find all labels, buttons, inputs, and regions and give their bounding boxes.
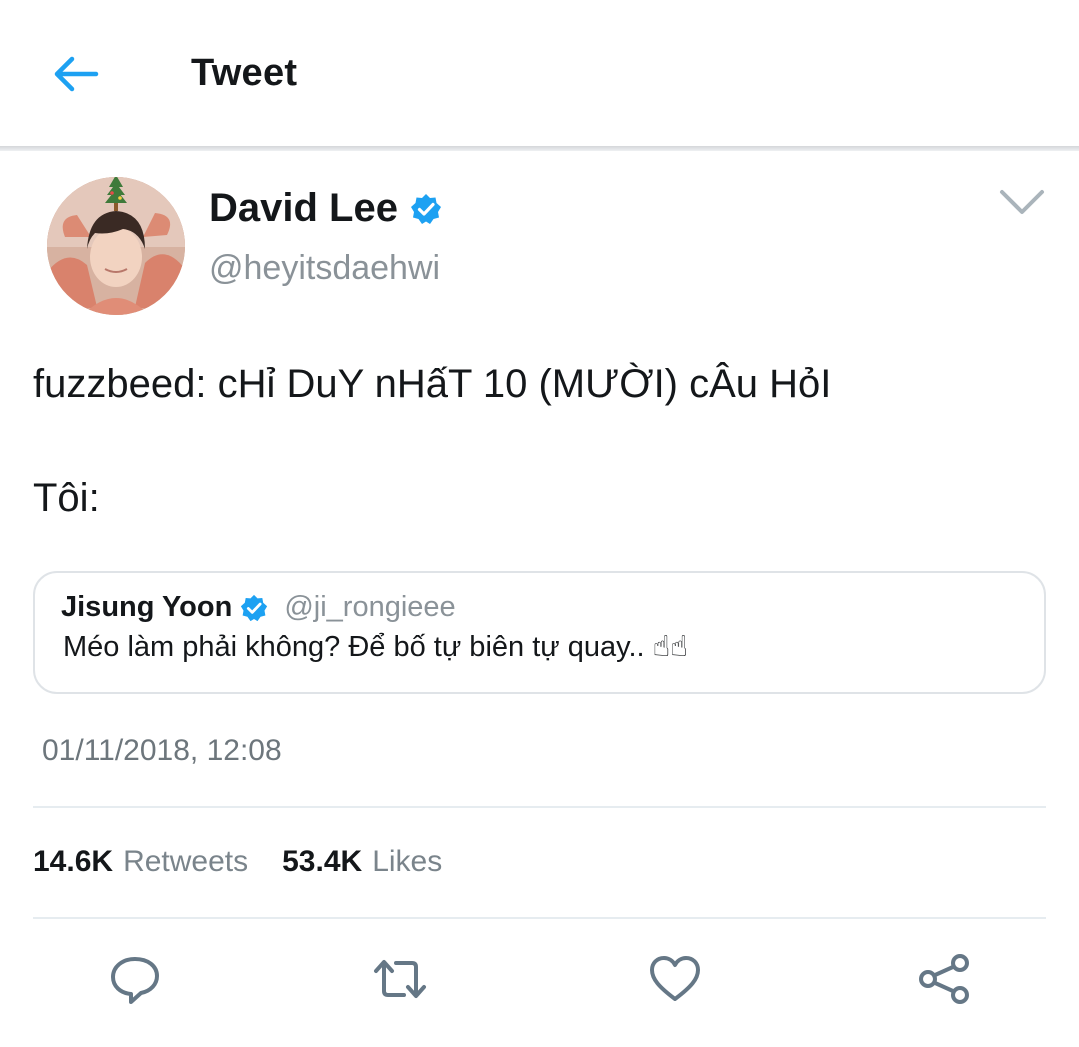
tweet-timestamp: 01/11/2018, 12:08 (42, 734, 282, 767)
likes-count[interactable]: 53.4K (282, 845, 362, 879)
chevron-down-icon[interactable] (998, 182, 1046, 222)
author-display-name[interactable]: David Lee (209, 186, 398, 231)
author-handle[interactable]: @heyitsdaehwi (209, 249, 440, 288)
divider (33, 806, 1046, 808)
tweet-stats: 14.6K Retweets 53.4K Likes (33, 845, 442, 879)
like-button[interactable] (647, 951, 703, 1007)
share-button[interactable] (916, 951, 972, 1007)
tweet-detail-screen: Tweet David Lee @heyitsdaehwi fuzzbeed: … (0, 0, 1079, 1047)
quoted-tweet-header: Jisung Yoon @ji_rongieee (61, 591, 456, 624)
retweet-icon (374, 960, 426, 998)
top-bar: Tweet (0, 0, 1079, 148)
retweet-button[interactable] (372, 951, 428, 1007)
tweet-text-line-1: fuzzbeed: cHỉ DuY nHấT 10 (MƯỜI) cÂu HỏI (33, 362, 832, 406)
tweet-text-line-2: Tôi: (33, 476, 100, 520)
author-name-row: David Lee (209, 186, 442, 231)
arrow-left-icon[interactable] (50, 52, 100, 96)
retweets-count[interactable]: 14.6K (33, 845, 113, 879)
page-title: Tweet (191, 52, 298, 94)
avatar[interactable] (47, 177, 185, 315)
heart-icon (650, 956, 700, 1001)
likes-label[interactable]: Likes (372, 845, 442, 879)
verified-badge-icon (410, 193, 441, 224)
reply-icon (111, 957, 159, 1004)
quoted-author-handle: @ji_rongieee (284, 591, 456, 623)
share-icon (919, 954, 969, 1004)
quoted-author-name: Jisung Yoon (61, 591, 233, 623)
header-divider (0, 146, 1079, 151)
reply-button[interactable] (107, 951, 163, 1007)
verified-badge-icon (241, 594, 268, 621)
divider (33, 917, 1046, 919)
quoted-tweet-card[interactable]: Jisung Yoon @ji_rongieee Méo làm phải kh… (33, 571, 1046, 694)
quoted-tweet-text: Méo làm phải không? Để bố tự biên tự qua… (63, 631, 688, 663)
avatar-image (47, 177, 185, 315)
retweets-label[interactable]: Retweets (123, 845, 248, 879)
